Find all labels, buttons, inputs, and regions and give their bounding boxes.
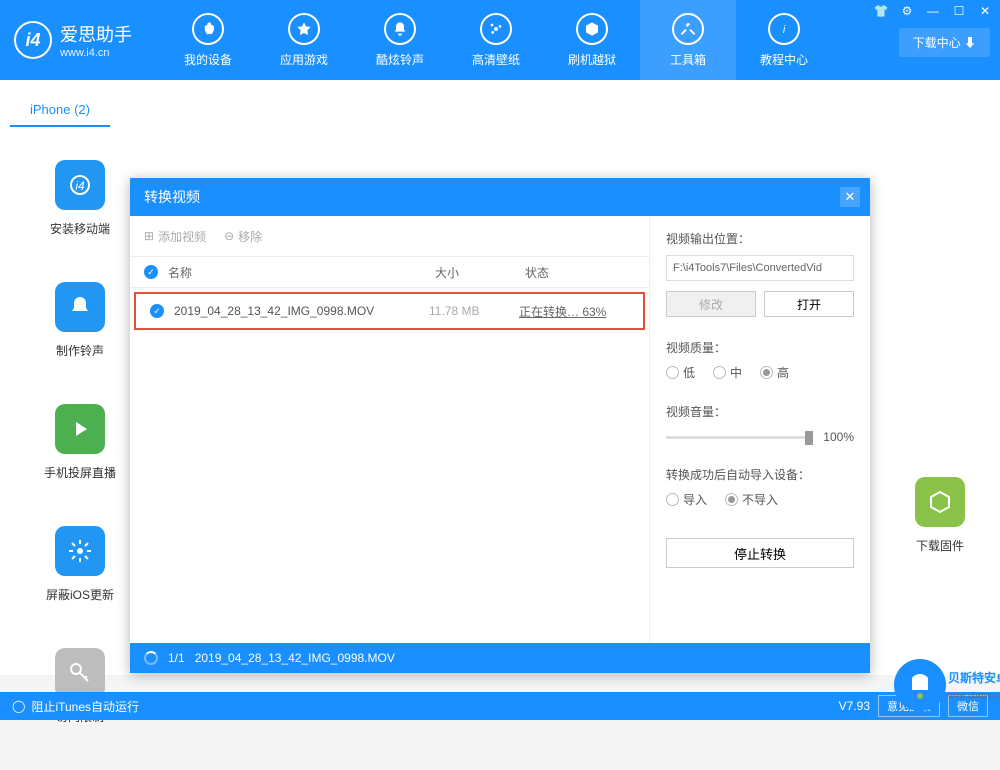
add-video-button[interactable]: ⊞添加视频 [144, 228, 206, 245]
footer-progress: 1/1 [168, 651, 185, 665]
app-name-cn: 爱思助手 [60, 21, 132, 47]
side-screencast[interactable]: 手机投屏直播 [35, 404, 125, 482]
quality-mid[interactable]: 中 [713, 364, 742, 381]
import-label: 转换成功后自动导入设备： [666, 466, 854, 483]
spinner-icon [144, 651, 158, 665]
volume-value: 100% [823, 430, 854, 444]
install-icon: i4 [55, 160, 105, 210]
maximize-icon[interactable]: ☐ [950, 2, 968, 20]
minimize-icon[interactable]: — [924, 2, 942, 20]
modify-button[interactable]: 修改 [666, 291, 756, 317]
main-area: iPhone (2) i4安装移动端 制作铃声 手机投屏直播 屏蔽iOS更新 访… [0, 80, 1000, 675]
main-nav: 我的设备 应用游戏 酷炫铃声 高清壁纸 刷机越狱 工具箱 i教程中心 [160, 0, 832, 80]
row-status[interactable]: 正在转换… 63% [519, 303, 629, 320]
output-path-input[interactable] [666, 255, 854, 281]
plus-icon: ⊞ [144, 229, 154, 243]
tools-icon [672, 13, 704, 45]
watermark-logo: 贝斯特安卓网 www.zjbstyy.com [890, 650, 1000, 720]
table-header: ✓ 名称 大小 状态 [130, 256, 649, 288]
bell-icon [384, 13, 416, 45]
close-icon[interactable]: ✕ [976, 2, 994, 20]
tshirt-icon[interactable]: 👕 [872, 2, 890, 20]
side-install-mobile[interactable]: i4安装移动端 [35, 160, 125, 238]
version-label: V7.93 [839, 699, 870, 713]
col-size: 大小 [435, 264, 525, 281]
app-logo: i4 [14, 21, 52, 59]
output-label: 视频输出位置： [666, 230, 854, 247]
nav-apps[interactable]: 应用游戏 [256, 0, 352, 80]
col-name: 名称 [168, 264, 435, 281]
settings-icon[interactable]: ⚙ [898, 2, 916, 20]
remove-video-button[interactable]: ⊖移除 [224, 228, 262, 245]
dialog-header: 转换视频 ✕ [130, 178, 870, 216]
footer-filename: 2019_04_28_13_42_IMG_0998.MOV [195, 651, 395, 665]
nav-my-device[interactable]: 我的设备 [160, 0, 256, 80]
dialog-title: 转换视频 [144, 187, 200, 207]
sparkle-icon [480, 13, 512, 45]
volume-slider[interactable]: 100% [666, 430, 854, 444]
gear-icon [55, 526, 105, 576]
dialog-file-panel: ⊞添加视频 ⊖移除 ✓ 名称 大小 状态 ✓ 2019_04_28_13_42_… [130, 216, 650, 643]
dialog-close-button[interactable]: ✕ [840, 187, 860, 207]
tool-sidebar: i4安装移动端 制作铃声 手机投屏直播 屏蔽iOS更新 访问限制 [35, 160, 125, 770]
key-icon [55, 648, 105, 698]
nav-jailbreak[interactable]: 刷机越狱 [544, 0, 640, 80]
download-center-button[interactable]: 下载中心 ⬇ [899, 28, 990, 57]
radio-icon[interactable]: ◯ [12, 699, 25, 713]
nav-toolbox[interactable]: 工具箱 [640, 0, 736, 80]
side-ringtone[interactable]: 制作铃声 [35, 282, 125, 360]
import-no[interactable]: 不导入 [725, 491, 778, 508]
nav-ringtones[interactable]: 酷炫铃声 [352, 0, 448, 80]
nav-wallpaper[interactable]: 高清壁纸 [448, 0, 544, 80]
block-itunes-label[interactable]: 阻止iTunes自动运行 [31, 698, 139, 715]
nav-tutorials[interactable]: i教程中心 [736, 0, 832, 80]
dialog-footer: 1/1 2019_04_28_13_42_IMG_0998.MOV [130, 643, 870, 673]
play-icon [55, 404, 105, 454]
minus-icon: ⊖ [224, 229, 234, 243]
app-name-en: www.i4.cn [60, 47, 132, 59]
col-status: 状态 [525, 264, 635, 281]
import-yes[interactable]: 导入 [666, 491, 707, 508]
row-filesize: 11.78 MB [429, 304, 519, 318]
quality-radio-group: 低 中 高 [666, 364, 854, 381]
info-icon: i [768, 13, 800, 45]
row-filename: 2019_04_28_13_42_IMG_0998.MOV [174, 304, 429, 318]
statusbar: ◯ 阻止iTunes自动运行 V7.93 意见反馈 微信 [0, 692, 1000, 720]
svg-text:贝斯特安卓网: 贝斯特安卓网 [948, 670, 1000, 685]
import-radio-group: 导入 不导入 [666, 491, 854, 508]
dialog-toolbar: ⊞添加视频 ⊖移除 [130, 216, 649, 256]
volume-label: 视频音量： [666, 403, 854, 420]
dialog-settings-panel: 视频输出位置： 修改 打开 视频质量： 低 中 高 视频音量： 100% 转换成… [650, 216, 870, 643]
quality-low[interactable]: 低 [666, 364, 695, 381]
quality-high[interactable]: 高 [760, 364, 789, 381]
side-block-update[interactable]: 屏蔽iOS更新 [35, 526, 125, 604]
convert-video-dialog: 转换视频 ✕ ⊞添加视频 ⊖移除 ✓ 名称 大小 状态 ✓ 2019_04_28… [130, 178, 870, 673]
ringtone-icon [55, 282, 105, 332]
apple-icon [192, 13, 224, 45]
row-checkbox[interactable]: ✓ [150, 304, 164, 318]
open-button[interactable]: 打开 [764, 291, 854, 317]
svg-text:i: i [783, 24, 786, 36]
app-title-block: 爱思助手 www.i4.cn [60, 21, 132, 59]
appstore-icon [288, 13, 320, 45]
table-row[interactable]: ✓ 2019_04_28_13_42_IMG_0998.MOV 11.78 MB… [134, 292, 645, 330]
select-all-checkbox[interactable]: ✓ [144, 265, 158, 279]
slider-thumb[interactable] [805, 431, 813, 445]
box-icon [576, 13, 608, 45]
device-tab[interactable]: iPhone (2) [10, 94, 110, 127]
titlebar: i4 爱思助手 www.i4.cn 我的设备 应用游戏 酷炫铃声 高清壁纸 刷机… [0, 0, 1000, 80]
svg-text:i4: i4 [75, 179, 85, 193]
svg-text:www.zjbstyy.com: www.zjbstyy.com [947, 691, 1000, 700]
window-controls: 👕 ⚙ — ☐ ✕ [872, 2, 994, 20]
cube-icon [915, 477, 965, 527]
stop-convert-button[interactable]: 停止转换 [666, 538, 854, 568]
side-download-firmware[interactable]: 下载固件 [915, 477, 965, 555]
quality-label: 视频质量： [666, 339, 854, 356]
